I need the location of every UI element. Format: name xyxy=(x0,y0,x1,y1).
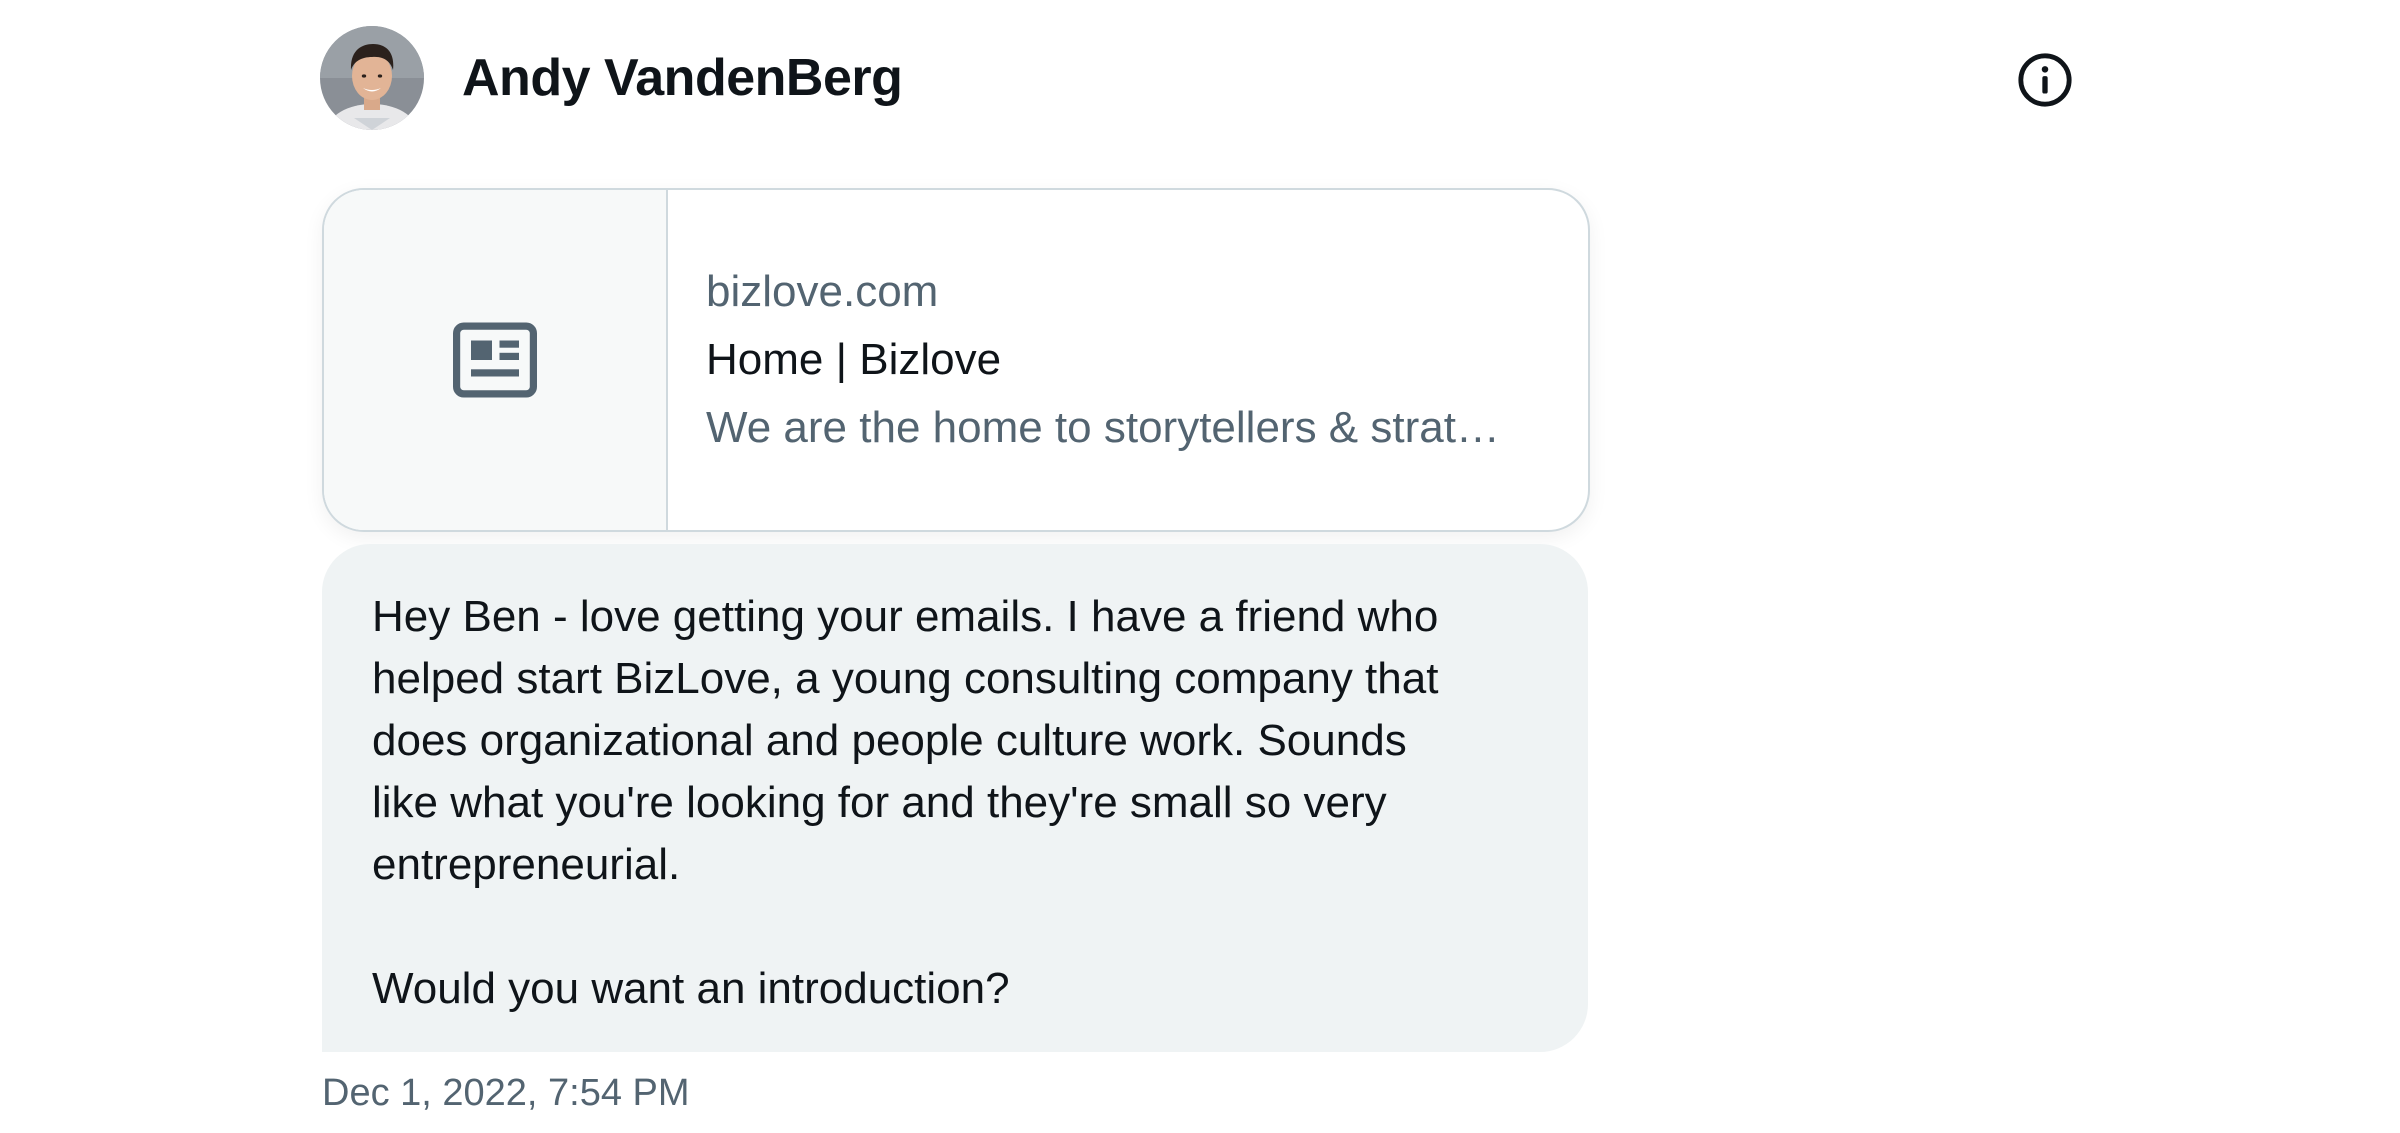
message-bubble[interactable]: Hey Ben - love getting your emails. I ha… xyxy=(322,544,1588,1052)
link-preview-text: bizlove.com Home | Bizlove We are the ho… xyxy=(668,190,1588,530)
user-avatar xyxy=(320,26,424,130)
conversation-info-button[interactable] xyxy=(2015,50,2075,110)
dm-conversation: Andy VandenBerg bizlove.com Home | Bizlo… xyxy=(0,0,2400,1133)
link-preview-thumbnail xyxy=(324,190,668,530)
link-domain: bizlove.com xyxy=(706,267,939,316)
conversation-header: Andy VandenBerg xyxy=(320,26,903,130)
info-icon xyxy=(2018,53,2072,107)
message-text: Hey Ben - love getting your emails. I ha… xyxy=(372,592,1439,1013)
message-timestamp: Dec 1, 2022, 7:54 PM xyxy=(322,1072,690,1114)
link-title: Home | Bizlove xyxy=(706,335,1002,384)
avatar[interactable] xyxy=(320,26,424,130)
article-icon xyxy=(453,322,537,398)
link-description: We are the home to storytellers & strat… xyxy=(706,403,1500,452)
conversation-user-name[interactable]: Andy VandenBerg xyxy=(462,48,903,108)
link-preview-card[interactable]: bizlove.com Home | Bizlove We are the ho… xyxy=(322,188,1590,532)
